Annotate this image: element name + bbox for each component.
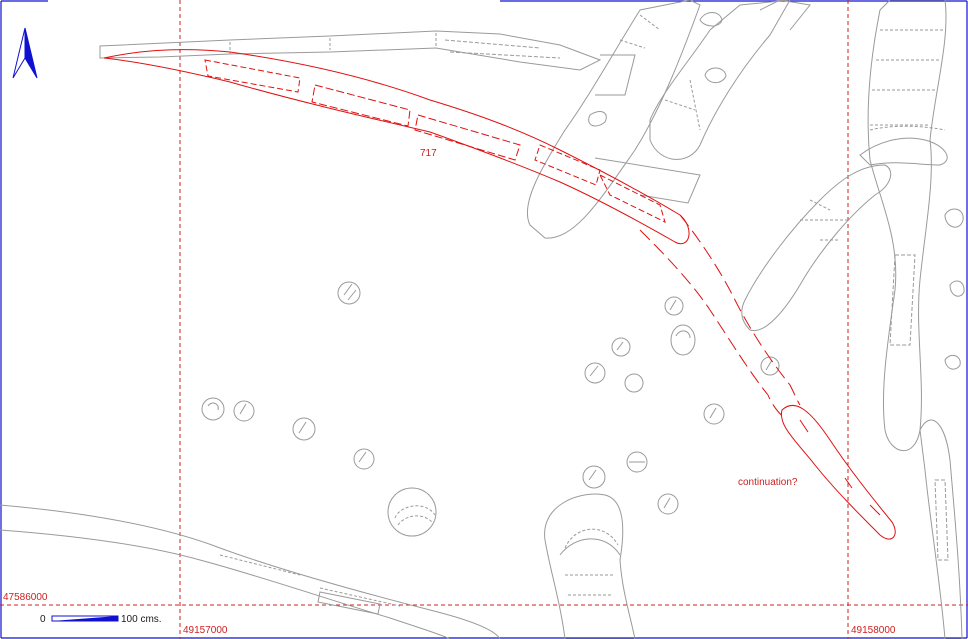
feature-label-717: 717 <box>420 148 437 159</box>
grid-lines <box>0 0 968 639</box>
grid-label-easting-right: 49158000 <box>851 625 896 636</box>
map-frame <box>0 0 968 639</box>
linear-feature-upper <box>99 30 602 71</box>
grid-label-northing: 47586000 <box>3 592 48 603</box>
feature-717 <box>103 49 896 540</box>
diagonal-feature-centre <box>526 0 701 239</box>
scale-bar: 0 100 cms. <box>40 614 162 625</box>
north-arrow-icon <box>12 27 38 79</box>
continuation-label: continuation? <box>738 477 798 488</box>
grid-label-easting-left: 49157000 <box>183 625 228 636</box>
channel-lower-left <box>0 504 501 639</box>
post-holes <box>201 281 780 537</box>
scale-end-label: 100 cms. <box>121 614 162 625</box>
pit-lower-centre <box>544 493 636 639</box>
archaeological-plan: 717 continuation? 47586000 49157000 4915… <box>0 0 968 639</box>
grey-features <box>0 0 965 639</box>
scale-start-label: 0 <box>40 614 46 625</box>
feature-717-outline <box>103 49 690 245</box>
continuation-outline <box>780 404 896 540</box>
channel-right <box>867 0 947 452</box>
scale-bar-fill <box>52 616 118 621</box>
